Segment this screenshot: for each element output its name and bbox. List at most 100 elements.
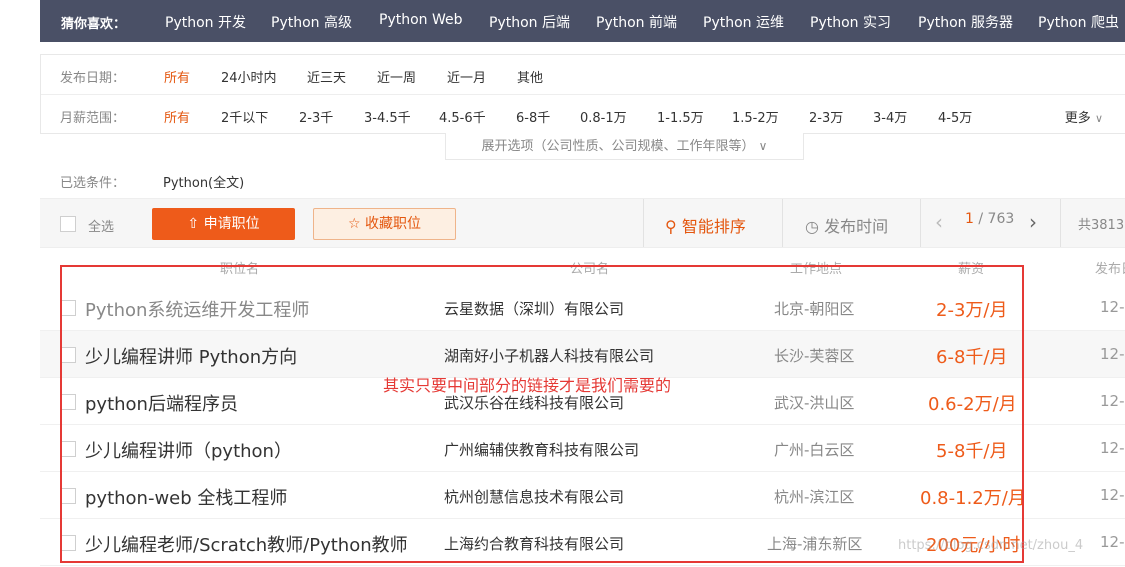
filter-panel: 发布日期： 所有 24小时内 近三天 近一周 近一月 其他 月薪范围： 所有 2… — [40, 54, 1125, 134]
date-option-3days[interactable]: 近三天 — [307, 67, 346, 86]
total-pages: / 763 — [978, 211, 1015, 227]
table-row: 少儿编程讲师（python） 广州编辅侠教育科技有限公司 广州-白云区 5-8千… — [40, 425, 1125, 472]
job-date: 12- — [1100, 392, 1125, 410]
nav-item-python-server[interactable]: Python 服务器 — [918, 12, 1013, 32]
job-salary: 6-8千/月 — [936, 347, 1008, 368]
job-title-link[interactable]: 少儿编程讲师（python） — [85, 437, 292, 463]
favorite-job-label: 收藏职位 — [365, 216, 421, 232]
nav-item-python-web[interactable]: Python Web — [379, 12, 463, 28]
job-date: 12- — [1100, 345, 1125, 363]
row-checkbox[interactable] — [60, 394, 76, 410]
salary-more-button[interactable]: 更多 ∨ — [1065, 107, 1103, 126]
nav-item-python-ops[interactable]: Python 运维 — [703, 12, 784, 32]
header-salary: 薪资 — [958, 262, 985, 277]
company-link[interactable]: 云星数据（深圳）有限公司 — [444, 298, 624, 319]
company-link[interactable]: 广州编辅侠教育科技有限公司 — [444, 439, 639, 460]
job-title-link[interactable]: 少儿编程老师/Scratch教师/Python教师 — [85, 531, 408, 557]
company-link[interactable]: 杭州创慧信息技术有限公司 — [444, 486, 624, 507]
recommend-label: 猜你喜欢： — [61, 17, 127, 32]
salary-option-2[interactable]: 2-3千 — [299, 107, 333, 126]
salary-option-11[interactable]: 4-5万 — [938, 107, 972, 126]
job-title-link[interactable]: Python系统运维开发工程师 — [85, 296, 309, 322]
job-title-link[interactable]: 少儿编程讲师 Python方向 — [85, 343, 297, 369]
select-all-checkbox[interactable] — [60, 216, 76, 232]
salary-option-6[interactable]: 0.8-1万 — [580, 107, 627, 126]
salary-option-8[interactable]: 1.5-2万 — [732, 107, 779, 126]
chevron-down-icon: ∨ — [1094, 112, 1103, 125]
sort-time-label: 发布时间 — [824, 217, 889, 236]
selected-conditions: 已选条件： Python(全文) — [60, 172, 244, 191]
job-date: 12- — [1100, 439, 1125, 457]
row-checkbox[interactable] — [60, 300, 76, 316]
header-date: 发布日 — [1095, 262, 1125, 277]
selected-condition-tag[interactable]: Python(全文) — [163, 172, 244, 191]
clock-icon: ◷ — [805, 217, 819, 236]
nav-item-python-advanced[interactable]: Python 高级 — [271, 12, 352, 32]
job-salary: 0.8-1.2万/月 — [920, 488, 1026, 509]
date-option-24h[interactable]: 24小时内 — [221, 67, 277, 86]
upload-icon: ⇧ — [187, 216, 200, 232]
table-row: Python系统运维开发工程师 云星数据（深圳）有限公司 北京-朝阳区 2-3万… — [40, 284, 1125, 331]
date-filter-row: 发布日期： 所有 24小时内 近三天 近一周 近一月 其他 — [41, 55, 1125, 95]
salary-option-1[interactable]: 2千以下 — [221, 107, 268, 126]
salary-option-7[interactable]: 1-1.5万 — [657, 107, 704, 126]
pager: 1 / 763 — [965, 211, 1014, 227]
company-link[interactable]: 湖南好小子机器人科技有限公司 — [444, 345, 654, 366]
salary-option-10[interactable]: 3-4万 — [873, 107, 907, 126]
recommend-nav: 猜你喜欢： Python 开发 Python 高级 Python Web Pyt… — [40, 0, 1125, 42]
more-label: 更多 — [1064, 111, 1091, 126]
job-title-link[interactable]: python-web 全栈工程师 — [85, 484, 287, 510]
nav-item-python-dev[interactable]: Python 开发 — [165, 12, 246, 32]
apply-job-button[interactable]: ⇧ 申请职位 — [152, 208, 295, 240]
job-location: 广州-白云区 — [774, 441, 855, 459]
header-job: 职位名 — [220, 262, 260, 277]
total-count: 共3813 — [1078, 218, 1125, 233]
row-checkbox[interactable] — [60, 535, 76, 551]
job-salary: 5-8千/月 — [936, 441, 1008, 462]
nav-item-python-crawler[interactable]: Python 爬虫 — [1038, 12, 1119, 32]
nav-item-python-backend[interactable]: Python 后端 — [489, 12, 570, 32]
salary-option-4[interactable]: 4.5-6千 — [439, 107, 486, 126]
sort-time-button[interactable]: ◷ 发布时间 — [805, 213, 888, 237]
salary-option-9[interactable]: 2-3万 — [809, 107, 843, 126]
select-all-label: 全选 — [88, 220, 115, 235]
job-date: 12- — [1100, 486, 1125, 504]
chevron-down-icon: ∨ — [758, 139, 768, 153]
company-link[interactable]: 上海约合教育科技有限公司 — [444, 533, 624, 554]
prev-page-icon[interactable]: ‹ — [935, 210, 943, 234]
date-option-all[interactable]: 所有 — [164, 67, 190, 86]
date-option-month[interactable]: 近一月 — [447, 67, 486, 86]
job-title-link[interactable]: python后端程序员 — [85, 390, 238, 416]
sort-smart-label: 智能排序 — [681, 217, 746, 236]
result-toolbar: 全选 ⇧ 申请职位 ☆ 收藏职位 ⚲ 智能排序 ◷ 发布时间 ‹ 1 / 763… — [40, 198, 1125, 248]
nav-item-python-frontend[interactable]: Python 前端 — [596, 12, 677, 32]
date-filter-title: 发布日期： — [60, 71, 126, 86]
divider — [920, 199, 921, 247]
favorite-job-button[interactable]: ☆ 收藏职位 — [313, 208, 456, 240]
header-company: 公司名 — [570, 262, 610, 277]
watermark: https://blog.csdn.net/zhou_4 — [898, 538, 1084, 553]
sort-smart-button[interactable]: ⚲ 智能排序 — [665, 213, 746, 237]
job-salary: 2-3万/月 — [936, 300, 1008, 321]
row-checkbox[interactable] — [60, 441, 76, 457]
lightbulb-icon: ⚲ — [665, 217, 677, 236]
next-page-icon[interactable]: › — [1029, 210, 1037, 234]
salary-option-3[interactable]: 3-4.5千 — [364, 107, 411, 126]
expand-options-button[interactable]: 展开选项（公司性质、公司规模、工作年限等） ∨ — [445, 133, 804, 160]
apply-job-label: 申请职位 — [203, 216, 260, 232]
salary-filter-row: 月薪范围： 所有 2千以下 2-3千 3-4.5千 4.5-6千 6-8千 0.… — [41, 95, 1125, 135]
divider — [782, 199, 783, 247]
row-checkbox[interactable] — [60, 347, 76, 363]
job-location: 武汉-洪山区 — [774, 394, 855, 412]
salary-option-all[interactable]: 所有 — [164, 107, 190, 126]
salary-option-5[interactable]: 6-8千 — [516, 107, 550, 126]
salary-filter-title: 月薪范围： — [60, 111, 126, 126]
date-option-week[interactable]: 近一周 — [377, 67, 416, 86]
job-location: 杭州-滨江区 — [774, 488, 855, 506]
nav-item-python-intern[interactable]: Python 实习 — [810, 12, 891, 32]
job-location: 上海-浦东新区 — [767, 535, 863, 553]
job-salary: 0.6-2万/月 — [928, 394, 1017, 415]
date-option-other[interactable]: 其他 — [517, 67, 543, 86]
annotation-note: 其实只要中间部分的链接才是我们需要的 — [383, 376, 672, 395]
row-checkbox[interactable] — [60, 488, 76, 504]
